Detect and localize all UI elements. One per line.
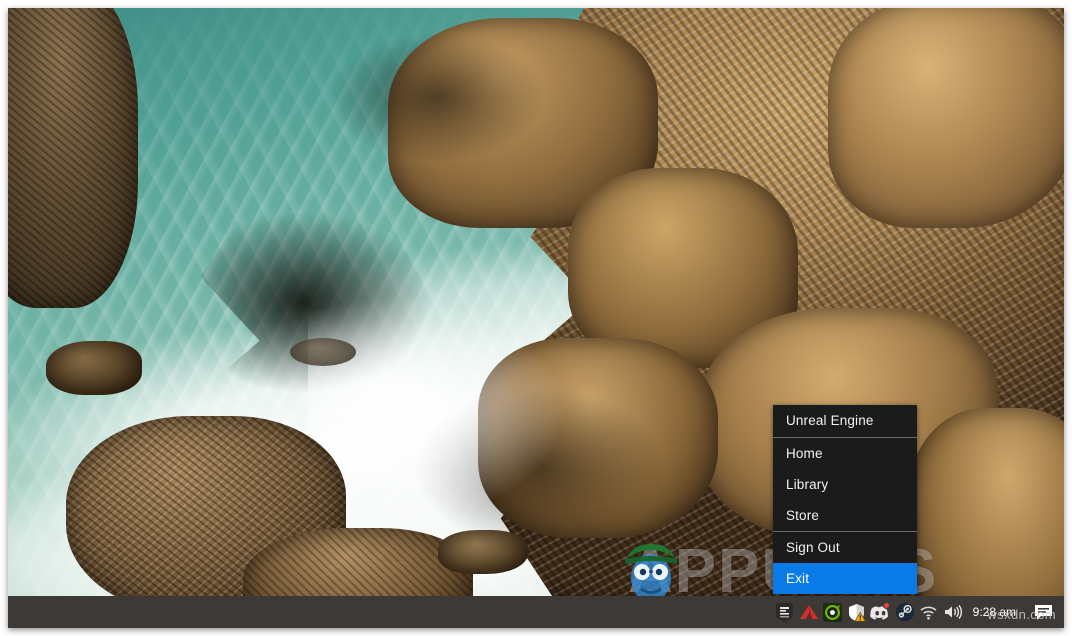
menu-item-home[interactable]: Home — [773, 438, 917, 469]
menu-item-store[interactable]: Store — [773, 500, 917, 531]
notification-badge — [882, 602, 890, 609]
desktop[interactable]: APPUALS Unreal Engine Home Library Store… — [8, 8, 1064, 628]
windows-security-icon[interactable] — [845, 596, 869, 628]
amd-radeon-icon[interactable] — [797, 596, 821, 628]
menu-item-unreal-engine[interactable]: Unreal Engine — [773, 405, 917, 437]
nvidia-geforce-icon[interactable] — [821, 596, 845, 628]
wifi-icon[interactable] — [917, 596, 941, 628]
steam-icon[interactable] — [893, 596, 917, 628]
rock-small-bottom — [438, 530, 528, 574]
menu-item-library[interactable]: Library — [773, 469, 917, 500]
screenshot-root: APPUALS Unreal Engine Home Library Store… — [0, 0, 1072, 636]
epic-games-icon[interactable] — [773, 596, 797, 628]
rock-submerged-mid — [290, 338, 356, 366]
volume-icon[interactable] — [941, 596, 965, 628]
menu-item-sign-out[interactable]: Sign Out — [773, 532, 917, 563]
rock-top-left — [8, 8, 138, 308]
rock-mass-bottom-right — [908, 408, 1064, 628]
source-watermark-overlay: wsxdn.com — [987, 607, 1056, 622]
rock-small-left — [46, 341, 142, 395]
windows-taskbar[interactable]: 9:28 am — [8, 596, 1064, 628]
discord-icon[interactable] — [869, 596, 893, 628]
rock-mass-top-right — [828, 8, 1064, 228]
menu-item-exit[interactable]: Exit — [773, 563, 917, 594]
epic-launcher-tray-context-menu[interactable]: Unreal Engine Home Library Store Sign Ou… — [773, 405, 917, 594]
